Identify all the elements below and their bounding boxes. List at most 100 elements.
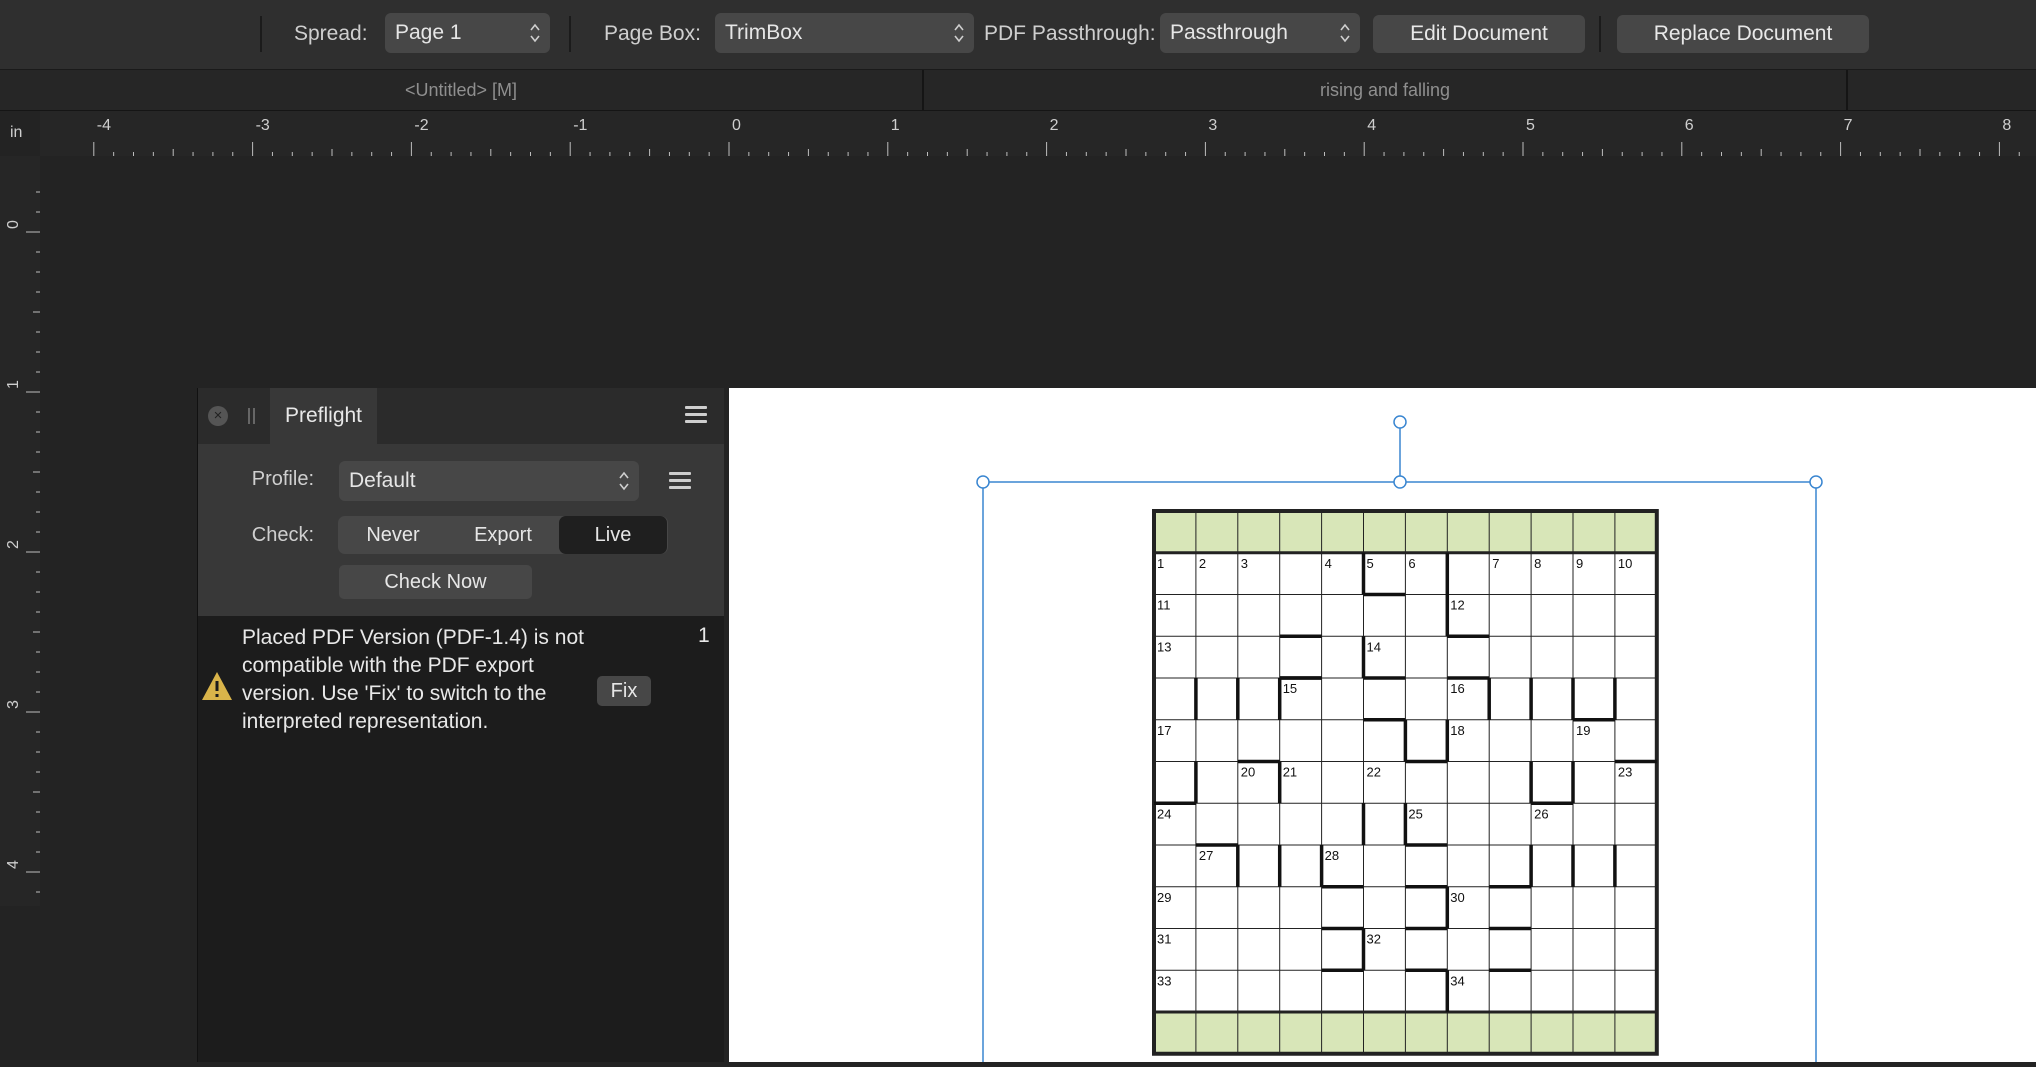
- clue-number: 9: [1576, 556, 1583, 571]
- edit-document-button[interactable]: Edit Document: [1373, 15, 1585, 53]
- preflight-issue-message[interactable]: Placed PDF Version (PDF-1.4) is not comp…: [242, 624, 602, 736]
- horizontal-ruler[interactable]: -4 -3 -2 -1 0 1 2 3 4 5 6 7 8: [40, 111, 2036, 156]
- clue-number: 29: [1157, 890, 1171, 905]
- toolbar: Spread: Page 1 Page Box: TrimBox PDF Pas…: [0, 0, 2036, 70]
- document-tab-bar: <Untitled> [M] rising and falling: [0, 70, 2036, 111]
- toolbar-separator: [1599, 16, 1601, 52]
- preflight-panel: × Preflight Profile: Default Check: Neve…: [197, 388, 724, 1062]
- selection-handle: [1809, 475, 1823, 489]
- clue-number: 3: [1241, 556, 1248, 571]
- clue-number: 17: [1157, 723, 1171, 738]
- ruler-label: 2: [5, 540, 22, 549]
- clue-number: 30: [1450, 890, 1464, 905]
- check-mode-segmented-control: Never Export Live: [338, 516, 668, 554]
- clue-number: 11: [1157, 598, 1171, 613]
- clue-number: 14: [1367, 639, 1381, 654]
- clue-number: 33: [1157, 973, 1171, 988]
- ruler-label: 7: [1844, 117, 1853, 134]
- ruler-label: 5: [1526, 117, 1535, 134]
- clue-number: 31: [1157, 932, 1171, 947]
- placed-crossword-document[interactable]: 1 2 3 4 5 6 7 8 9 1011 1213 1415 1617 18 1920 21 22 2324 2…: [729, 388, 2036, 1062]
- drag-handle-icon[interactable]: [248, 406, 256, 426]
- replace-document-button[interactable]: Replace Document: [1617, 15, 1869, 53]
- check-option-never[interactable]: Never: [338, 516, 448, 554]
- updown-arrows-icon: [619, 471, 629, 491]
- toolbar-separator: [260, 16, 262, 52]
- ruler-label: -4: [97, 117, 111, 134]
- ruler-label: 3: [1208, 117, 1217, 134]
- spread-select[interactable]: Page 1: [385, 13, 550, 53]
- clue-number: 2: [1199, 556, 1206, 571]
- clue-number: 32: [1367, 932, 1381, 947]
- ruler-label: -3: [256, 117, 270, 134]
- profile-label: Profile:: [251, 468, 314, 490]
- clue-number: 12: [1450, 598, 1464, 613]
- document-tab-untitled[interactable]: <Untitled> [M]: [0, 70, 924, 110]
- profile-select[interactable]: Default: [339, 461, 639, 501]
- ruler-label: 1: [891, 117, 900, 134]
- vertical-ruler[interactable]: 0 1 2 3 4: [0, 156, 40, 906]
- clue-number: 28: [1325, 848, 1339, 863]
- canvas-area[interactable]: 1 2 3 4 5 6 7 8 9 10 11 12 13 14 15 16 17 18 19 20 21 22 23 24 2…: [40, 156, 2036, 1062]
- clue-number: 16: [1450, 681, 1464, 696]
- pdf-passthrough-label: PDF Passthrough:: [984, 22, 1156, 45]
- page-box-select[interactable]: TrimBox: [715, 13, 974, 53]
- ruler-label: 0: [732, 117, 741, 134]
- updown-arrows-icon: [530, 23, 540, 43]
- clue-number: 25: [1408, 806, 1422, 821]
- warning-icon: [202, 672, 232, 700]
- ruler-unit: in: [10, 124, 23, 141]
- close-icon[interactable]: ×: [208, 406, 228, 426]
- ruler-label: 8: [2002, 117, 2011, 134]
- document-tab-rising-and-falling[interactable]: rising and falling: [924, 70, 1848, 110]
- clue-number: 8: [1534, 556, 1541, 571]
- preflight-panel-header: × Preflight: [198, 388, 724, 444]
- ruler-label: -2: [414, 117, 428, 134]
- ruler-label: 6: [1685, 117, 1694, 134]
- selection-handle: [976, 475, 990, 489]
- clue-number: 4: [1325, 556, 1332, 571]
- clue-number: 26: [1534, 806, 1548, 821]
- preflight-issue-count: 1: [698, 624, 710, 647]
- profile-menu-icon[interactable]: [669, 472, 691, 490]
- tab-preflight[interactable]: Preflight: [270, 388, 377, 444]
- toolbar-separator: [569, 16, 571, 52]
- check-option-live[interactable]: Live: [559, 516, 667, 554]
- check-option-export[interactable]: Export: [448, 516, 558, 554]
- ruler-label: 4: [5, 860, 22, 869]
- ruler-label: -1: [573, 117, 587, 134]
- clue-number: 1: [1157, 556, 1164, 571]
- clue-number: 19: [1576, 723, 1590, 738]
- updown-arrows-icon: [1340, 23, 1350, 43]
- ruler-label: 2: [1050, 117, 1059, 134]
- clue-number: 22: [1367, 765, 1381, 780]
- panel-menu-icon[interactable]: [685, 406, 707, 424]
- pdf-passthrough-select[interactable]: Passthrough: [1160, 13, 1360, 53]
- fix-button[interactable]: Fix: [597, 676, 651, 706]
- rotation-handle: [1393, 415, 1407, 429]
- check-now-button[interactable]: Check Now: [339, 565, 532, 599]
- document-page[interactable]: 1 2 3 4 5 6 7 8 9 10 11 12 13 14 15 16 17 18 19 20 21 22 23 24 2…: [729, 388, 2036, 1062]
- check-label: Check:: [251, 524, 314, 546]
- clue-number: 23: [1618, 765, 1632, 780]
- updown-arrows-icon: [954, 23, 964, 43]
- spread-label: Spread:: [294, 22, 368, 45]
- clue-number: 7: [1492, 556, 1499, 571]
- profile-select-value: Default: [349, 469, 416, 492]
- clue-number: 10: [1618, 556, 1632, 571]
- clue-number: 34: [1450, 973, 1464, 988]
- clue-number: 21: [1283, 765, 1297, 780]
- clue-number: 27: [1199, 848, 1213, 863]
- spread-select-value: Page 1: [395, 21, 462, 44]
- clue-number: 5: [1367, 556, 1374, 571]
- clue-number: 24: [1157, 806, 1171, 821]
- preflight-settings: Profile: Default Check: Never Export Liv…: [198, 444, 724, 616]
- clue-number: 6: [1408, 556, 1415, 571]
- selection-handle: [1393, 475, 1407, 489]
- ruler-label: 4: [1367, 117, 1376, 134]
- ruler-label: 1: [5, 380, 22, 389]
- clue-number: 20: [1241, 765, 1255, 780]
- clue-number: 18: [1450, 723, 1464, 738]
- clue-number: 13: [1157, 639, 1171, 654]
- ruler-label: 0: [5, 220, 22, 229]
